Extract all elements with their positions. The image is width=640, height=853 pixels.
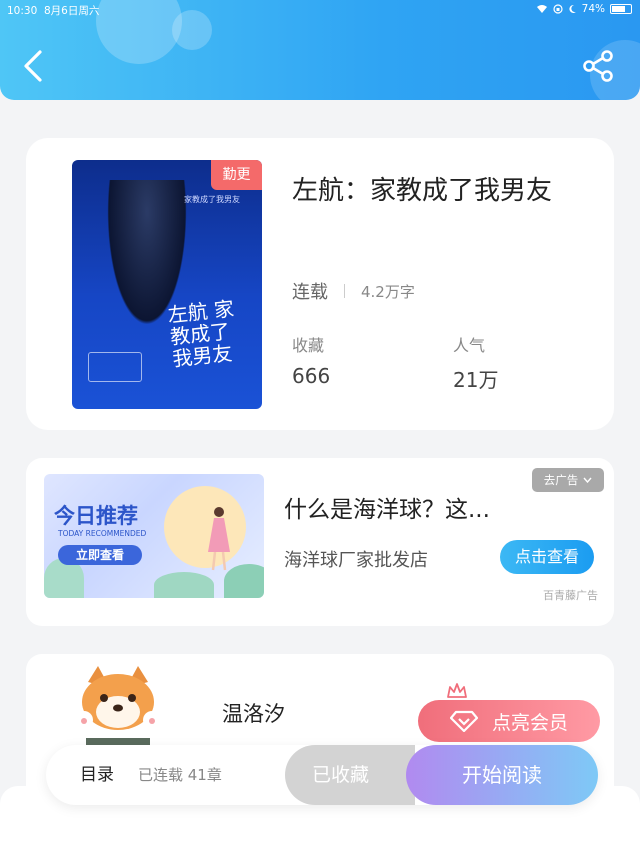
wifi-icon xyxy=(536,5,547,13)
book-status-row: 连载 4.2万字 xyxy=(292,278,415,304)
update-tag: 勤更 xyxy=(211,160,262,190)
stat-label: 人气 xyxy=(453,336,486,355)
battery-fill xyxy=(612,6,626,12)
status-bar: 10:30 8月6日周六 74% xyxy=(0,3,640,19)
cover-signature-block xyxy=(88,352,142,382)
status-icons: 74% xyxy=(536,3,632,15)
book-info-card: 家教成了我男友 左航 家教成了 我男友 勤更 左航：家教成了我男友 连载 4.2… xyxy=(26,138,614,430)
word-count: 4.2万字 xyxy=(361,282,415,301)
remove-ad-button[interactable]: 去广告 xyxy=(532,468,604,492)
author-name[interactable]: 温洛汐 xyxy=(222,698,285,728)
battery-percent: 74% xyxy=(581,3,605,15)
ad-cta-button[interactable]: 点击查看 xyxy=(500,540,594,574)
cover-calligraphy: 左航 家教成了 我男友 xyxy=(166,296,236,371)
moon-icon xyxy=(569,4,576,13)
battery-icon xyxy=(610,4,632,14)
status-date: 8月6日周六 xyxy=(43,5,100,17)
status-time-date: 10:30 8月6日周六 xyxy=(7,3,99,18)
stat-value: 666 xyxy=(292,364,331,388)
collected-button[interactable]: 已收藏 xyxy=(285,745,415,805)
banner-bush xyxy=(154,572,214,598)
ad-source-label: 百青藤广告 xyxy=(543,589,598,602)
ad-store-name: 海洋球厂家批发店 xyxy=(284,550,428,571)
divider xyxy=(344,284,345,298)
share-button[interactable] xyxy=(580,48,616,84)
ad-banner-image[interactable]: 今日推荐 TODAY RECOMMENDED 立即查看 xyxy=(44,474,264,598)
banner-girl-illustration xyxy=(208,507,230,571)
status-time: 10:30 xyxy=(7,5,38,17)
chapter-count[interactable]: 已连载 41章 xyxy=(138,745,222,805)
chevron-down-icon xyxy=(583,477,592,483)
stat-label: 收藏 xyxy=(292,336,325,355)
book-cover[interactable]: 家教成了我男友 左航 家教成了 我男友 勤更 xyxy=(72,160,262,409)
ad-card[interactable]: 今日推荐 TODAY RECOMMENDED 立即查看 什么是海洋球？这... … xyxy=(26,458,614,626)
stat-value: 21万 xyxy=(453,368,499,392)
cover-subtitle: 家教成了我男友 xyxy=(184,195,240,204)
remove-ad-label: 去广告 xyxy=(543,473,579,487)
vip-label: 点亮会员 xyxy=(491,711,568,734)
toc-button[interactable]: 目录 xyxy=(80,745,114,805)
banner-view-button[interactable]: 立即查看 xyxy=(58,545,142,565)
diamond-icon xyxy=(449,710,478,732)
stat-favorites: 收藏 666 xyxy=(292,332,330,388)
crown-icon xyxy=(447,683,467,698)
orientation-lock-icon xyxy=(553,4,563,14)
banner-subtitle: TODAY RECOMMENDED xyxy=(58,529,147,538)
stat-popularity: 人气 21万 xyxy=(453,332,498,393)
vip-button[interactable]: 点亮会员 xyxy=(418,700,600,742)
ad-title[interactable]: 什么是海洋球？这... xyxy=(284,490,490,524)
top-header: 10:30 8月6日周六 74% xyxy=(0,0,640,100)
share-icon xyxy=(583,50,613,82)
start-reading-button[interactable]: 开始阅读 xyxy=(406,745,598,805)
bottom-toolbar: 目录 已连载 41章 已收藏 开始阅读 xyxy=(46,745,598,805)
book-title: 左航：家教成了我男友 xyxy=(292,176,553,206)
serial-status: 连载 xyxy=(292,282,328,303)
banner-title: 今日推荐 xyxy=(54,504,138,528)
back-button[interactable] xyxy=(18,48,50,84)
chevron-left-icon xyxy=(24,50,42,82)
